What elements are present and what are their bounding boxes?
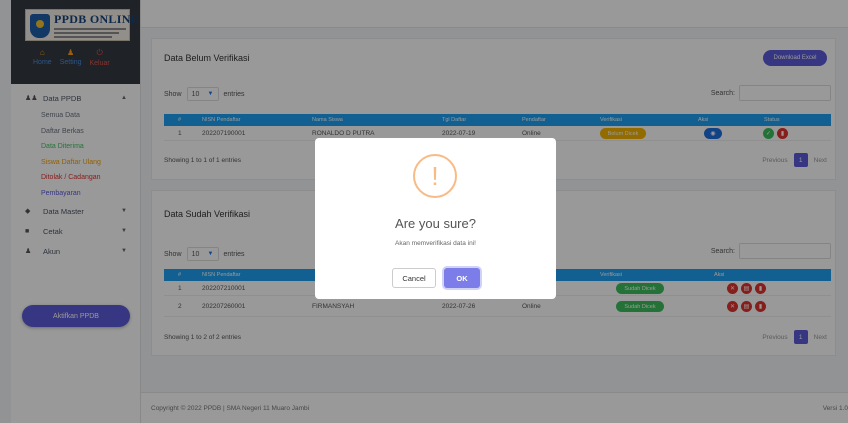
confirm-dialog: ! Are you sure? Akan memverifikasi data … [315,138,556,299]
dialog-title: Are you sure? [395,216,476,231]
cancel-button[interactable]: Cancel [392,268,436,288]
warning-icon: ! [413,154,457,198]
ok-button[interactable]: OK [444,268,480,288]
dialog-message: Akan memverifikasi data ini! [395,240,476,247]
warning-icon-glyph: ! [431,160,439,191]
